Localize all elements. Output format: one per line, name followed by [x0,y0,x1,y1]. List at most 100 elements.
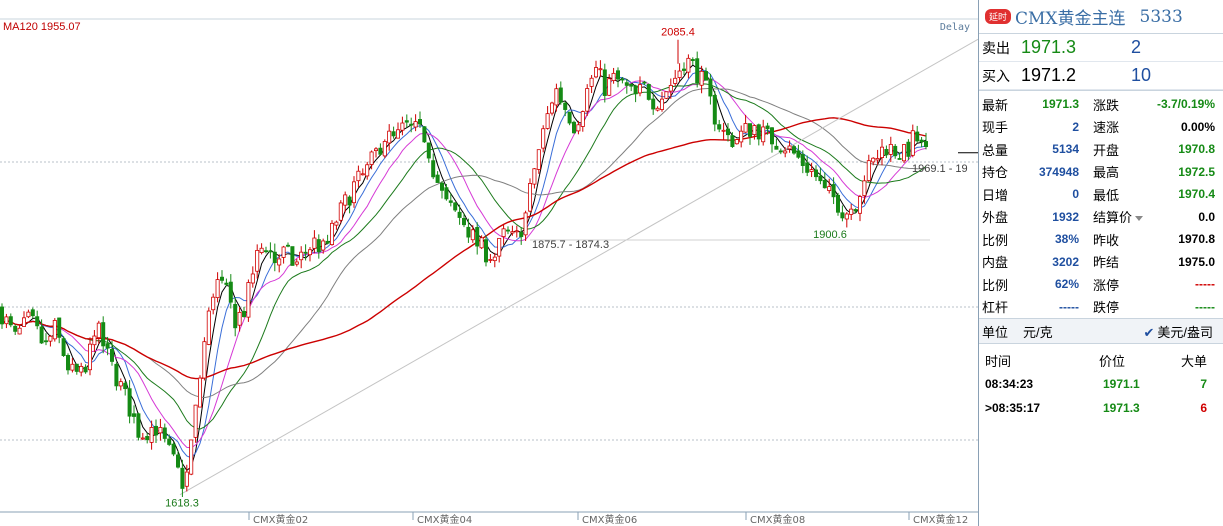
candle-body [844,213,849,220]
candle-body [321,240,326,251]
candle-body [585,88,590,112]
candle-body [70,363,75,371]
candle-body [444,187,449,200]
candle-body [356,170,361,182]
candle-body [325,240,330,244]
stat-value: 3202 [1052,254,1079,269]
candle-body [448,200,453,203]
sell-price: 1971.3 [1021,37,1077,57]
candle-body [175,454,180,468]
candle-body [13,325,18,332]
candle-body [558,87,563,103]
stat-row: 比例 38% 昨收 1970.8 [979,228,1223,251]
candle-body [778,150,783,153]
buy-quote-row[interactable]: 买入 1971.2 10 [979,62,1223,90]
candle-body [294,261,299,265]
candle-body [343,194,348,206]
candle-body [453,202,458,211]
x-tick-label: CMX黄金04 [417,513,472,526]
candle-body [171,443,176,455]
price-level-label: 1969.1 - 19 [912,163,968,175]
delay-label: Delay [939,22,970,33]
delay-badge: 延时 [985,9,1012,24]
candle-body [21,317,26,327]
candle-body [211,296,216,311]
stat-row: 持仓 374948 最高 1972.5 [979,161,1223,184]
candle-body [153,425,158,436]
candle-body [131,413,136,417]
candle-body [752,125,757,135]
candle-body [439,182,444,191]
candle-body [26,311,31,318]
stat-label: 跌停 [1093,300,1120,316]
candle-body [809,169,814,172]
candle-body [167,438,172,445]
unit-option[interactable]: ✔ 美元/盎司 [1109,322,1223,341]
x-tick-label: CMX黄金02 [253,513,308,526]
ma120-label: MA120 1955.07 [3,21,81,33]
stat-row: 总量 5134 开盘 1970.8 [979,138,1223,161]
stat-label: 比例 [982,277,1009,293]
candle-body [426,142,431,159]
dropdown-caret-icon[interactable] [1135,216,1144,222]
stat-label: 结算价 [1087,207,1149,226]
candle-body [858,196,863,214]
stat-label: 日增 [982,187,1009,203]
quote-panel: 延时 CMX黄金主连 5333 卖出 1971.3 2 买入 1971.2 10… [978,0,1223,526]
sell-quote-row[interactable]: 卖出 1971.3 2 [979,34,1223,62]
candle-body [646,84,651,100]
candle-body [800,154,805,166]
candle-body [668,85,673,92]
candle-body [712,94,717,125]
candle-body [598,68,603,71]
candle-body [158,427,163,434]
sell-volume: 2 [1131,37,1142,57]
candle-body [347,196,352,206]
candle-body [422,126,427,143]
moving-average-line [1,78,927,449]
candle-body [880,146,885,158]
candle-body [545,113,550,129]
candle-body [787,145,792,150]
candle-body [30,309,35,317]
candle-body [919,139,924,143]
instrument-title[interactable]: CMX黄金主连 [1015,4,1126,29]
candle-body [488,259,493,261]
candle-body [237,311,242,326]
stat-row: 外盘 1932 结算价 0.0 [979,206,1223,229]
candle-body [783,150,788,154]
unit-label: 单位 [982,324,1009,340]
candle-body [136,413,141,438]
candle-body [35,316,40,327]
candle-body [88,343,93,371]
candle-body [105,343,110,349]
candle-body [184,471,189,487]
quote-header: 延时 CMX黄金主连 5333 [979,0,1223,34]
candle-body [756,124,761,140]
kline-chart[interactable]: 2085.4 1618.3 1900.6 1875.7 - 1874.3 1969.1 … [0,0,978,526]
candle-body [365,164,370,177]
stat-row: 杠杆 ----- 跌停 ----- [979,296,1223,319]
stat-row: 最新 1971.3 涨跌 -3.7/0.19% [979,93,1223,116]
stat-value: ----- [1195,277,1215,292]
candle-body [915,131,920,142]
moving-average-line [1,69,927,459]
stat-label: 最低 [1093,187,1120,203]
price-annotation: 1900.6 [813,229,847,241]
candle-body [567,111,572,124]
candle-body [492,256,497,262]
stat-label: 持仓 [982,165,1009,181]
stat-value: 1971.3 [1042,97,1079,112]
ticks-header-time: 时间 [985,353,1012,369]
candle-body [312,237,317,249]
tick-price: 1971.1 [1103,377,1140,391]
candle-body [479,237,484,249]
candle-body [616,70,621,80]
stat-value: 1975.0 [1178,254,1215,269]
candle-body [162,427,167,439]
candle-body [338,202,343,221]
unit-value[interactable]: 元/克 [1023,322,1109,341]
kline-chart-svg[interactable]: 2085.4 1618.3 1900.6 1875.7 - 1874.3 1969.1 … [0,0,978,526]
stat-row: 现手 2 速涨 0.00% [979,116,1223,139]
candle-body [387,130,392,144]
